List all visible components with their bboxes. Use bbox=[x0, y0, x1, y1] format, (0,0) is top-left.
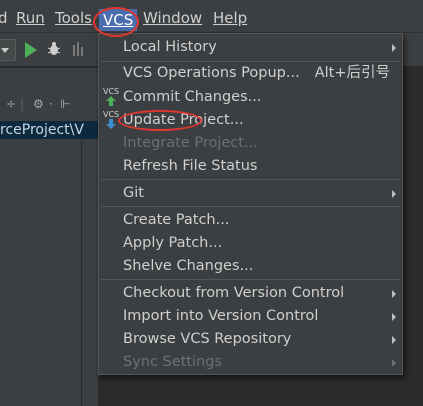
dot-icon: · bbox=[49, 97, 53, 111]
menu-window-label: Window bbox=[143, 9, 203, 27]
menu-item-label: Browse VCS Repository bbox=[123, 331, 292, 347]
run-config-dropdown[interactable] bbox=[0, 39, 16, 61]
menu-item-label: Create Patch... bbox=[123, 212, 230, 228]
menu-item-label: Checkout from Version Control bbox=[123, 285, 345, 301]
menu-item-label: Git bbox=[123, 185, 144, 201]
submenu-arrow-icon bbox=[392, 336, 396, 344]
menu-item-label: Refresh File Status bbox=[123, 158, 258, 174]
vcs-icon-text: VCS bbox=[103, 87, 120, 96]
debug-icon[interactable] bbox=[48, 41, 60, 57]
run-icon[interactable] bbox=[25, 42, 37, 58]
menu-item-refresh-file-status[interactable]: Refresh File Status bbox=[99, 155, 402, 178]
menu-help[interactable]: Help bbox=[213, 8, 247, 28]
menu-item-local-history[interactable]: Local History bbox=[99, 36, 402, 59]
profile-icon[interactable] bbox=[72, 41, 86, 57]
project-tree bbox=[0, 140, 98, 406]
menu-vcs-label: VCS bbox=[103, 11, 134, 29]
submenu-arrow-icon bbox=[392, 313, 396, 321]
menu-bar: d Run Tools VCS Window Help bbox=[0, 0, 423, 33]
menu-item-shelve-changes[interactable]: Shelve Changes... bbox=[99, 255, 402, 278]
menu-item-create-patch[interactable]: Create Patch... bbox=[99, 209, 402, 232]
menu-item-label: Import into Version Control bbox=[123, 308, 319, 324]
menu-item-commit-changes[interactable]: VCS Commit Changes... bbox=[99, 86, 402, 109]
menu-item-label: Commit Changes... bbox=[123, 89, 262, 105]
menu-item-label: Shelve Changes... bbox=[123, 258, 254, 274]
vcs-commit-icon: VCS bbox=[103, 88, 119, 107]
menu-item-label: Apply Patch... bbox=[123, 235, 223, 251]
menu-item-shortcut: Alt+后引号 bbox=[314, 65, 390, 81]
menu-item-update-project[interactable]: VCS Update Project... bbox=[99, 109, 402, 132]
menu-item-browse-vcs-repository[interactable]: Browse VCS Repository bbox=[99, 328, 402, 351]
menu-build-partial[interactable]: d bbox=[0, 8, 8, 28]
panel-divider bbox=[81, 140, 82, 406]
menu-item-git[interactable]: Git bbox=[99, 182, 402, 205]
menu-item-label: Update Project... bbox=[123, 112, 244, 128]
menu-vcs[interactable]: VCS bbox=[99, 9, 138, 31]
menu-item-label: Local History bbox=[123, 39, 217, 55]
menu-item-vcs-operations-popup[interactable]: VCS Operations Popup... Alt+后引号 bbox=[99, 62, 402, 85]
submenu-arrow-icon bbox=[392, 44, 396, 52]
vcs-icon-text: VCS bbox=[103, 110, 120, 119]
menu-run-label: Run bbox=[16, 9, 45, 27]
menu-run[interactable]: Run bbox=[16, 8, 45, 28]
menu-item-sync-settings[interactable]: Sync Settings bbox=[99, 351, 402, 374]
vcs-dropdown-menu: Local History VCS Operations Popup... Al… bbox=[98, 33, 403, 375]
menu-item-label: Sync Settings bbox=[123, 354, 223, 370]
vcs-update-icon: VCS bbox=[103, 111, 119, 130]
menu-separator bbox=[101, 179, 400, 180]
submenu-arrow-icon bbox=[392, 290, 396, 298]
project-root-item[interactable]: rceProject\V bbox=[0, 121, 98, 139]
collapse-all-icon[interactable]: ÷ bbox=[6, 95, 16, 113]
menu-item-apply-patch[interactable]: Apply Patch... bbox=[99, 232, 402, 255]
menu-separator bbox=[101, 279, 400, 280]
menu-window[interactable]: Window bbox=[143, 8, 202, 28]
project-panel-tools: ÷ | ⚙ · ⊩ bbox=[0, 95, 98, 113]
menu-tools[interactable]: Tools bbox=[55, 8, 92, 28]
submenu-arrow-icon bbox=[392, 190, 396, 198]
menu-item-label: VCS Operations Popup... bbox=[123, 65, 300, 81]
menu-help-label: Help bbox=[213, 9, 248, 27]
menu-tools-label: Tools bbox=[55, 9, 92, 27]
menu-item-integrate-project[interactable]: Integrate Project... bbox=[99, 132, 402, 155]
menu-separator bbox=[101, 206, 400, 207]
menu-item-import-into-vcs[interactable]: Import into Version Control bbox=[99, 305, 402, 328]
gear-icon[interactable]: ⚙ bbox=[33, 95, 44, 113]
submenu-arrow-icon bbox=[392, 359, 396, 367]
tools-divider: | bbox=[20, 97, 25, 111]
menu-item-label: Integrate Project... bbox=[123, 135, 258, 151]
hide-panel-icon[interactable]: ⊩ bbox=[60, 95, 70, 113]
menu-item-checkout-from-vcs[interactable]: Checkout from Version Control bbox=[99, 282, 402, 305]
